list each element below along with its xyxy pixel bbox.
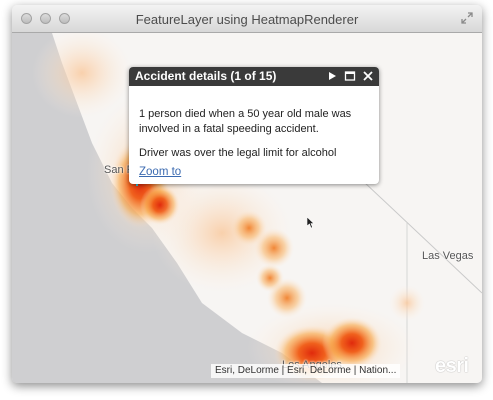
maximize-icon[interactable]	[344, 70, 356, 82]
popup-header: Accident details (1 of 15)	[129, 67, 379, 86]
close-icon[interactable]	[362, 70, 374, 82]
popup-description: 1 person died when a 50 year old male wa…	[139, 108, 352, 135]
map-attribution[interactable]: Esri, DeLorme | Esri, DeLorme | Nation..…	[211, 364, 401, 378]
accident-popup: Accident details (1 of 15) 1 person died…	[129, 67, 379, 184]
window-title: FeatureLayer using HeatmapRenderer	[135, 12, 359, 27]
mouse-cursor-icon	[307, 217, 315, 229]
app-window: FeatureLayer using HeatmapRenderer San L…	[12, 5, 482, 383]
title-bar: FeatureLayer using HeatmapRenderer	[12, 5, 482, 33]
play-next-icon[interactable]	[326, 70, 338, 82]
zoom-to-link[interactable]: Zoom to	[139, 166, 181, 178]
city-label-las-vegas: Las Vegas	[422, 250, 474, 262]
popup-content: 1 person died when a 50 year old male wa…	[139, 107, 375, 170]
popup-title: Accident details (1 of 15)	[135, 69, 277, 83]
expand-icon[interactable]	[461, 12, 473, 24]
popup-detail: Driver was over the legal limit for alco…	[139, 147, 337, 159]
map-view[interactable]: San Francisco Las Vegas Los Angeles Acci…	[12, 33, 482, 383]
esri-logo[interactable]: esri	[435, 355, 469, 378]
